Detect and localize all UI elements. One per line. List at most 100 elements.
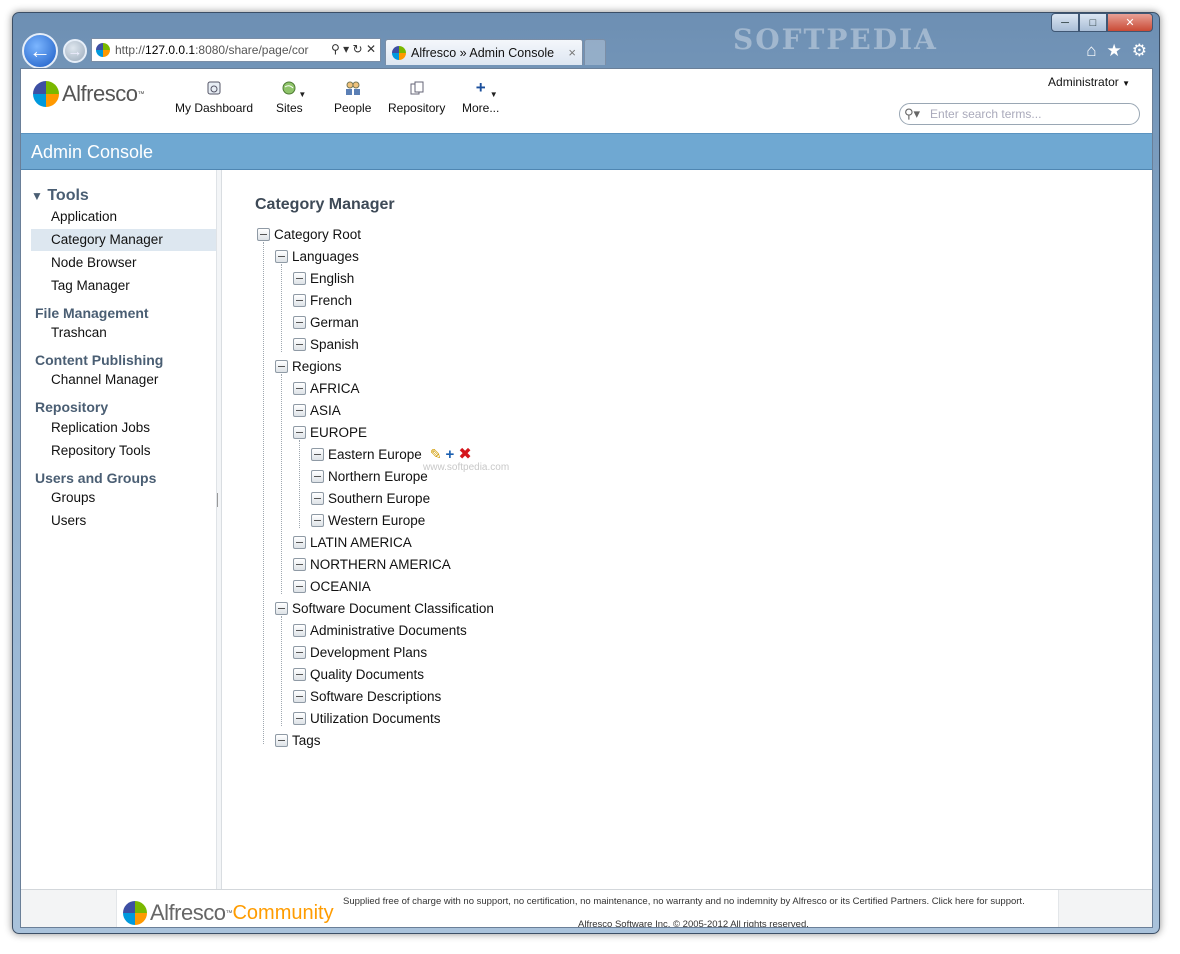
tree-node-northern-europe[interactable]: Northern Europe	[311, 467, 428, 485]
search-input[interactable]: ⚲▾ Enter search terms...	[899, 103, 1140, 125]
collapse-toggle-icon[interactable]	[311, 469, 324, 483]
browser-tab[interactable]: Alfresco » Admin Console ×	[385, 39, 583, 65]
edit-pencil-icon[interactable]: ✎	[430, 446, 442, 463]
new-tab-button[interactable]	[584, 39, 606, 65]
collapse-toggle-icon[interactable]	[293, 689, 306, 703]
maximize-button[interactable]: □	[1079, 13, 1107, 32]
collapse-toggle-icon[interactable]	[293, 425, 306, 439]
tree-node-western-europe[interactable]: Western Europe	[311, 511, 425, 529]
collapse-toggle-icon[interactable]	[275, 359, 288, 373]
tree-node-software-descriptions[interactable]: Software Descriptions	[293, 687, 441, 705]
sidebar-resize-handle[interactable]	[217, 170, 222, 889]
collapse-toggle-icon[interactable]	[311, 491, 324, 505]
collapse-toggle-icon[interactable]	[293, 535, 306, 549]
tree-node-german[interactable]: German	[293, 313, 359, 331]
sidebar-item-channel-manager[interactable]: Channel Manager	[31, 369, 216, 391]
tree-node-northern-america[interactable]: NORTHERN AMERICA	[293, 555, 451, 573]
address-bar[interactable]: http://127.0.0.1:8080/share/page/cor ⚲ ▾…	[91, 38, 381, 62]
tree-node-southern-europe[interactable]: Southern Europe	[311, 489, 430, 507]
tree-node-oceania[interactable]: OCEANIA	[293, 577, 371, 595]
refresh-icon[interactable]: ↻	[353, 42, 363, 56]
collapse-toggle-icon[interactable]	[293, 579, 306, 593]
tree-node-development-plans[interactable]: Development Plans	[293, 643, 427, 661]
sidebar-item-tag-manager[interactable]: Tag Manager	[31, 275, 216, 297]
dropdown-icon[interactable]: ▾	[343, 42, 349, 56]
alfresco-logo[interactable]: Alfresco ™	[33, 81, 144, 107]
sidebar-item-node-browser[interactable]: Node Browser	[31, 252, 216, 274]
stop-icon[interactable]: ✕	[366, 42, 376, 56]
tree-node-languages[interactable]: Languages	[275, 247, 359, 265]
collapse-toggle-icon[interactable]	[311, 513, 324, 527]
tree-node-utilization-documents[interactable]: Utilization Documents	[293, 709, 441, 727]
sidebar-item-category-manager[interactable]: Category Manager	[31, 229, 216, 251]
sidebar-item-users[interactable]: Users	[31, 510, 216, 532]
collapse-toggle-icon[interactable]	[293, 315, 306, 329]
tree-node-asia[interactable]: ASIA	[293, 401, 341, 419]
tree-label: EUROPE	[310, 424, 368, 440]
nav-my-dashboard[interactable]: My Dashboard	[175, 79, 253, 115]
footer-notice[interactable]: Supplied free of charge with no support,…	[343, 896, 1025, 907]
tree-node-regions[interactable]: Regions	[275, 357, 342, 375]
collapse-toggle-icon[interactable]	[293, 337, 306, 351]
tree-label: Spanish	[310, 336, 359, 352]
search-icon[interactable]: ⚲	[331, 42, 340, 56]
tree-node-quality-documents[interactable]: Quality Documents	[293, 665, 424, 683]
sidebar-item-trashcan[interactable]: Trashcan	[31, 322, 216, 344]
sidebar-item-repository-tools[interactable]: Repository Tools	[31, 440, 216, 462]
nav-sites[interactable]: ▼ Sites	[276, 79, 306, 115]
tree-label: Development Plans	[310, 644, 428, 660]
collapse-toggle-icon[interactable]	[293, 711, 306, 725]
collapse-toggle-icon[interactable]	[293, 381, 306, 395]
tree-node-eastern-europe[interactable]: Eastern Europe ✎ + ✖	[311, 445, 472, 463]
collapse-toggle-icon[interactable]	[293, 667, 306, 681]
collapse-toggle-icon[interactable]	[293, 557, 306, 571]
tree-node-software-document-classification[interactable]: Software Document Classification	[275, 599, 494, 617]
back-button[interactable]: ←	[22, 33, 58, 69]
tree-node-europe[interactable]: EUROPE	[293, 423, 367, 441]
collapse-toggle-icon[interactable]	[293, 645, 306, 659]
tree-label: English	[310, 270, 355, 286]
tab-favicon-icon	[392, 45, 406, 60]
nav-repository[interactable]: Repository	[388, 79, 445, 115]
tree-node-english[interactable]: English	[293, 269, 354, 287]
home-icon[interactable]: ⌂	[1086, 41, 1096, 61]
collapse-toggle-icon[interactable]	[275, 249, 288, 263]
tree-node-latin-america[interactable]: LATIN AMERICA	[293, 533, 412, 551]
address-bar-actions[interactable]: ⚲ ▾ ↻ ✕	[328, 42, 376, 56]
collapse-toggle-icon[interactable]	[293, 293, 306, 307]
minimize-button[interactable]: ─	[1051, 13, 1079, 32]
collapse-toggle-icon[interactable]	[311, 447, 324, 461]
tree-node-spanish[interactable]: Spanish	[293, 335, 359, 353]
add-plus-icon[interactable]: +	[446, 446, 455, 463]
close-window-button[interactable]: ✕	[1107, 13, 1153, 32]
tree-node-africa[interactable]: AFRICA	[293, 379, 360, 397]
tree-node-category-root[interactable]: Category Root	[257, 225, 361, 243]
tools-section-header[interactable]: ▼ Tools	[31, 187, 89, 205]
tree-node-tags[interactable]: Tags	[275, 731, 321, 749]
search-placeholder: Enter search terms...	[930, 107, 1042, 121]
sidebar-item-application[interactable]: Application	[31, 206, 216, 228]
gear-icon[interactable]: ⚙	[1132, 41, 1147, 61]
tab-close-icon[interactable]: ×	[568, 45, 576, 60]
collapse-toggle-icon[interactable]	[293, 271, 306, 285]
sidebar-item-replication-jobs[interactable]: Replication Jobs	[31, 417, 216, 439]
star-icon[interactable]: ★	[1107, 41, 1122, 61]
collapse-toggle-icon[interactable]	[275, 733, 288, 747]
collapse-toggle-icon[interactable]	[293, 403, 306, 417]
collapse-toggle-icon[interactable]	[293, 623, 306, 637]
nav-label: Repository	[388, 101, 446, 115]
tree-node-french[interactable]: French	[293, 291, 352, 309]
sidebar-group-file-management: File Management	[35, 305, 149, 321]
chevron-down-icon: ▼	[489, 90, 498, 99]
sidebar-item-groups[interactable]: Groups	[31, 487, 216, 509]
user-menu[interactable]: Administrator ▼	[1048, 75, 1130, 89]
nav-people[interactable]: People	[334, 79, 371, 115]
tree-node-administrative-documents[interactable]: Administrative Documents	[293, 621, 467, 639]
collapse-toggle-icon[interactable]	[257, 227, 270, 241]
collapse-toggle-icon[interactable]	[275, 601, 288, 615]
nav-more[interactable]: + ▼ More...	[462, 78, 499, 115]
tree-label: LATIN AMERICA	[310, 534, 412, 550]
search-icon[interactable]: ⚲▾	[904, 106, 920, 122]
delete-x-icon[interactable]: ✖	[458, 444, 471, 464]
forward-button[interactable]: →	[63, 39, 87, 63]
